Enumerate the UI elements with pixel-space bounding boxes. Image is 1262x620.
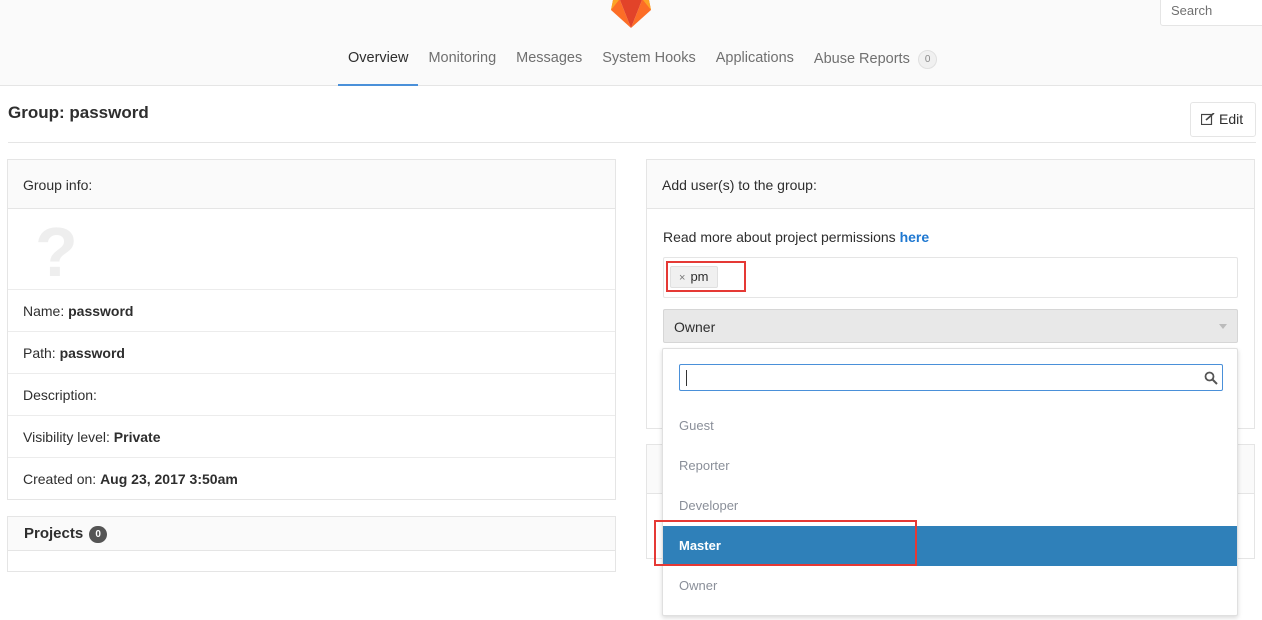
projects-panel: Projects 0 (7, 516, 616, 572)
annotation-highlight-user (666, 261, 746, 292)
group-avatar: ? (8, 209, 615, 290)
edit-button[interactable]: Edit (1190, 102, 1256, 137)
info-row-visibility: Visibility level: Private (8, 416, 615, 458)
permissions-link[interactable]: here (900, 229, 930, 245)
annotation-highlight-master (654, 520, 917, 566)
role-option-guest[interactable]: Guest (663, 406, 1237, 446)
role-dropdown-menu: Guest Reporter Developer Master Owner (662, 348, 1238, 616)
info-row-path: Path: password (8, 332, 615, 374)
gitlab-logo-icon[interactable] (611, 0, 651, 28)
abuse-reports-count-badge: 0 (917, 50, 938, 69)
search-placeholder: Search (1171, 3, 1213, 18)
role-search-input[interactable] (679, 364, 1223, 391)
role-select[interactable]: Owner (663, 309, 1238, 343)
tab-monitoring[interactable]: Monitoring (418, 40, 506, 86)
top-header: Search Overview Monitoring Messages Syst… (0, 0, 1262, 86)
search-input[interactable]: Search (1160, 0, 1262, 26)
group-path-value: password (59, 345, 125, 361)
user-select-input[interactable]: × pm (663, 257, 1238, 298)
role-option-owner[interactable]: Owner (663, 566, 1237, 606)
edit-button-label: Edit (1219, 111, 1244, 127)
page-title: Group: password (8, 103, 149, 122)
created-value: Aug 23, 2017 3:50am (100, 471, 238, 487)
tab-abuse-reports[interactable]: Abuse Reports 0 (804, 40, 948, 86)
projects-count-badge: 0 (89, 526, 107, 543)
tab-system-hooks[interactable]: System Hooks (592, 40, 705, 86)
admin-nav-tabs: Overview Monitoring Messages System Hook… (338, 40, 947, 86)
projects-heading: Projects 0 (8, 517, 615, 551)
info-row-name: Name: password (8, 290, 615, 332)
group-info-panel: Group info: ? Name: password Path: passw… (7, 159, 616, 500)
group-info-heading: Group info: (8, 160, 615, 209)
chevron-down-icon (1219, 324, 1227, 329)
tab-messages[interactable]: Messages (506, 40, 592, 86)
info-row-created: Created on: Aug 23, 2017 3:50am (23, 471, 238, 487)
add-users-heading: Add user(s) to the group: (647, 160, 1254, 209)
admin-group-page: { "header": { "search_placeholder": "Sea… (0, 0, 1262, 620)
group-name-value: password (68, 303, 134, 319)
permissions-text: Read more about project permissions here (663, 229, 930, 245)
role-option-reporter[interactable]: Reporter (663, 446, 1237, 486)
visibility-value: Private (113, 429, 161, 445)
role-select-value: Owner (674, 319, 716, 335)
tab-applications[interactable]: Applications (706, 40, 804, 86)
search-icon (1204, 371, 1218, 385)
edit-icon (1201, 113, 1215, 125)
info-row-description: Description: (8, 374, 615, 416)
tab-overview[interactable]: Overview (338, 40, 419, 86)
text-cursor (686, 370, 687, 386)
title-divider (8, 142, 1256, 143)
